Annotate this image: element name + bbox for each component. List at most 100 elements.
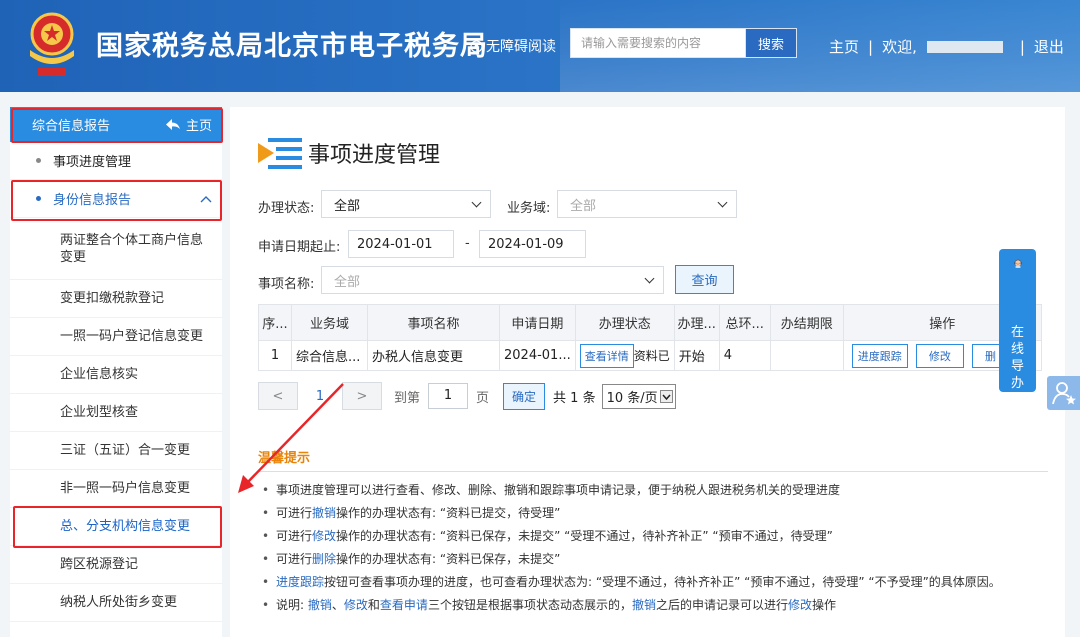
search-button[interactable]: 搜索 [745, 28, 797, 58]
site-title[interactable]: 国家税务总局北京市电子税务局 [96, 24, 488, 63]
status-select-value: 全部 [334, 198, 361, 214]
tip-text: 、 [331, 598, 344, 612]
nav-welcome-text: 欢迎, [882, 38, 917, 56]
tip-item: 可进行修改操作的办理状态有: “资料已保存，未提交” “受理不通过，待补齐补正”… [260, 525, 1050, 548]
col-header[interactable]: 事项名称 [367, 304, 500, 341]
total-count: 共 1 条 [553, 390, 596, 406]
cell-handle: 开始 [673, 340, 720, 371]
tip-link[interactable]: 修改 [788, 598, 812, 612]
col-header[interactable]: 申请日期 [499, 304, 576, 341]
tip-text: 操作的办理状态有: “资料已提交，待受理” [336, 506, 561, 520]
track-progress-button[interactable]: 进度跟踪 [851, 343, 908, 368]
status-select[interactable]: 全部 [321, 190, 491, 218]
cell-deadline [769, 340, 844, 371]
nav-separator: | [868, 37, 874, 56]
tip-link[interactable]: 修改 [312, 529, 336, 543]
sidebar-subitem[interactable]: 跨区税源登记 [10, 546, 222, 584]
domain-select[interactable]: 全部 [557, 190, 737, 218]
table-row: 1 综合信息... 办税人信息变更 2024-01... 查看详情 资料已 开始 … [258, 340, 1042, 371]
top-header: 国家税务总局北京市电子税务局 无障碍阅读 搜索 主页 | 欢迎, | 退出 [0, 0, 1080, 92]
col-header[interactable]: 办结期限 [769, 304, 844, 341]
robot-assistant-icon [1013, 259, 1022, 268]
nav-home-link[interactable]: 主页 [829, 36, 859, 57]
sidebar-subitem[interactable]: 一照一码户登记信息变更 [10, 318, 222, 356]
tips-divider [258, 471, 1048, 472]
goto-page-input[interactable]: 1 [428, 383, 469, 409]
tip-item: 可进行撤销操作的办理状态有: “资料已提交，待受理” [260, 502, 1050, 525]
sidebar-subitem[interactable]: 企业划型核查 [10, 394, 222, 432]
accessibility-link[interactable]: 无障碍阅读 [470, 36, 556, 56]
tip-link[interactable]: 修改 [344, 598, 368, 612]
page-size-select[interactable]: 10 条/页 [601, 383, 676, 409]
goto-label: 到第 [394, 390, 421, 406]
domain-label: 业务域: [507, 201, 551, 216]
nav-logout-link[interactable]: 退出 [1034, 36, 1064, 57]
online-guide-widget[interactable]: 在线导办 [999, 249, 1036, 392]
highlight-box [11, 108, 223, 143]
goto-confirm-button[interactable]: 确定 [503, 382, 546, 410]
accessibility-label: 无障碍阅读 [486, 39, 556, 55]
tip-text: 三个按钮是根据事项状态动态展示的， [427, 598, 632, 612]
tip-text: 说明: [276, 598, 308, 612]
guide-label: 在线导办 [1010, 325, 1024, 391]
cell-name: 办税人信息变更 [367, 340, 500, 371]
tip-link[interactable]: 删除 [312, 552, 336, 566]
cell-domain: 综合信息... [291, 340, 368, 371]
username-mask [926, 40, 1003, 53]
highlight-box [13, 506, 222, 548]
date-from-input[interactable]: 2024-01-01 [348, 230, 454, 258]
bullet-icon [36, 158, 41, 163]
view-details-button[interactable]: 查看详情 [579, 343, 634, 368]
tip-text: 操作的办理状态有: “资料已保存，未提交” [336, 552, 561, 566]
query-button[interactable]: 查询 [675, 265, 734, 294]
sidebar-subitem[interactable]: 三证（五证）合一变更 [10, 432, 222, 470]
tip-text: 事项进度管理可以进行查看、修改、删除、撤销和跟踪事项申请记录，便于纳税人跟进税务… [276, 483, 841, 497]
tip-link[interactable]: 进度跟踪 [276, 575, 324, 589]
item-name-select[interactable]: 全部 [321, 266, 664, 294]
tip-text: 操作的办理状态有: “资料已保存，未提交” “受理不通过，待补齐补正” “预审不… [336, 529, 833, 543]
tip-link[interactable]: 撤销 [312, 506, 336, 520]
sidebar-subitem[interactable]: 两证整合个体工商户信息变更 [10, 218, 222, 280]
sidebar-subitem[interactable]: 非一照一码户信息变更 [10, 470, 222, 508]
date-to-input[interactable]: 2024-01-09 [479, 230, 586, 258]
page-title-text: 事项进度管理 [308, 143, 441, 168]
page-unit-label: 页 [476, 390, 490, 406]
date-separator: - [465, 236, 470, 251]
date-range-label: 申请日期起止: [258, 240, 341, 255]
col-header[interactable]: 办理... [673, 304, 720, 341]
domain-select-value: 全部 [570, 198, 597, 214]
item-name-select-value: 全部 [334, 274, 361, 290]
tip-link[interactable]: 撤销 [308, 598, 332, 612]
col-header[interactable]: 业务域 [291, 304, 368, 341]
main-panel: 事项进度管理 办理状态: 全部 业务域: 全部 申请日期起止: 2024-01-… [230, 107, 1065, 637]
sidebar-subitem[interactable]: 纳税人所处街乡变更 [10, 584, 222, 622]
tip-text: 操作 [812, 598, 837, 612]
col-header[interactable]: 总环... [718, 304, 771, 341]
page-title: 事项进度管理 [258, 135, 440, 171]
chevron-down-icon [471, 197, 482, 207]
sidebar-subitem[interactable]: 企业信息核实 [10, 356, 222, 394]
sidebar-subitem[interactable]: 变更扣缴税款登记 [10, 280, 222, 318]
tip-item: 说明: 撤销、修改和查看申请三个按钮是根据事项状态动态展示的，撤销之后的申请记录… [260, 594, 1050, 617]
tip-text: 可进行 [276, 529, 313, 543]
sidebar-item-progress[interactable]: 事项进度管理 [10, 142, 222, 180]
chevron-down-icon [644, 273, 655, 283]
nav-separator: | [1019, 37, 1025, 56]
page-size-value: 10 条/页 [606, 390, 658, 406]
tip-link[interactable]: 撤销 [632, 598, 656, 612]
col-header[interactable]: 序... [258, 304, 292, 341]
annotation-arrow-icon [238, 383, 344, 493]
cell-seq: 1 [258, 340, 292, 371]
user-service-button[interactable] [1047, 376, 1080, 410]
chevron-down-icon [659, 389, 673, 403]
status-label: 办理状态: [258, 201, 315, 216]
accessibility-icon [470, 39, 483, 53]
list-progress-icon [258, 138, 302, 169]
search-input[interactable] [570, 28, 746, 58]
tip-link[interactable]: 查看申请 [380, 598, 428, 612]
col-header[interactable]: 办理状态 [574, 304, 675, 341]
progress-table: 序... 业务域 事项名称 申请日期 办理状态 办理... 总环... 办结期限… [258, 304, 1042, 371]
sidebar-item-label: 事项进度管理 [53, 155, 132, 170]
cell-status: 查看详情 资料已 [574, 340, 675, 371]
edit-button[interactable]: 修改 [915, 343, 964, 368]
